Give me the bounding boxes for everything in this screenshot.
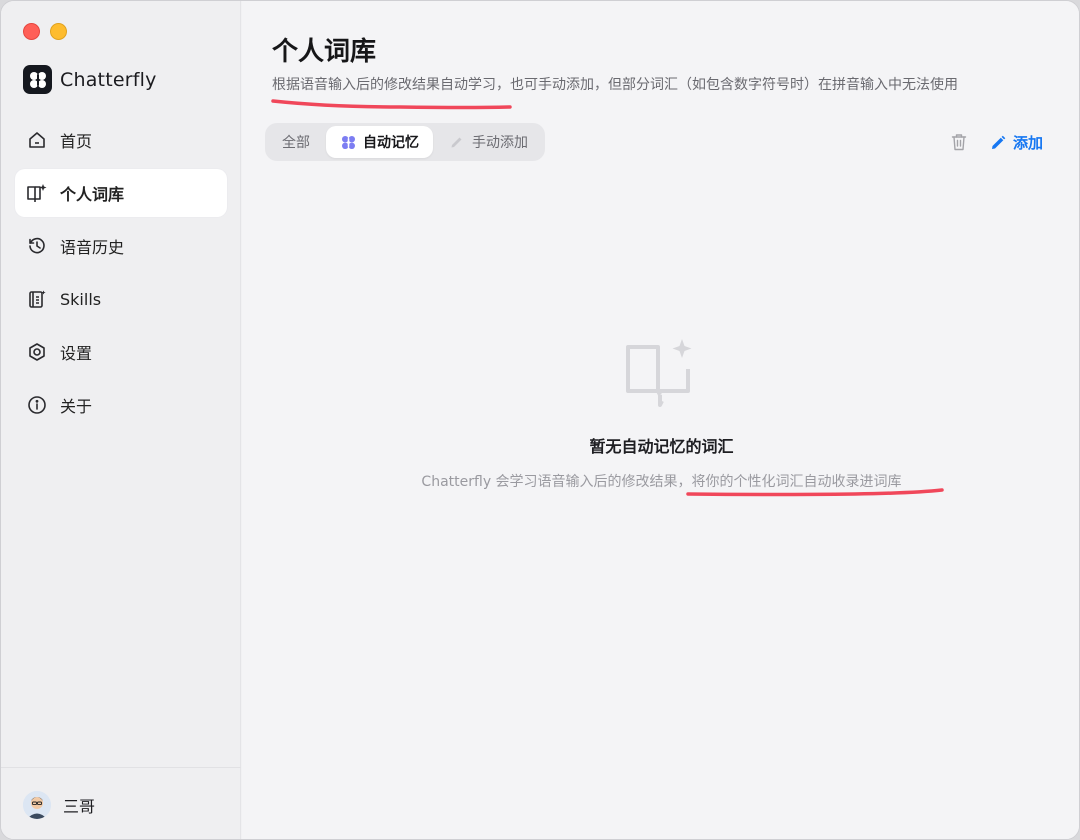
annotation-underline	[271, 99, 512, 110]
sidebar-nav: 首页 个人词库 语音历史 Skills 设置 关于	[15, 116, 227, 434]
page-title: 个人词库	[272, 37, 377, 67]
empty-state-title: 暂无自动记忆的词汇	[589, 437, 734, 456]
sidebar-item-personal-dictionary[interactable]: 个人词库	[15, 169, 227, 217]
tab-auto-memory[interactable]: 自动记忆	[326, 126, 433, 158]
annotation-underline	[686, 488, 944, 497]
sidebar-item-label: 关于	[60, 397, 93, 416]
sidebar-item-label: 设置	[60, 344, 93, 363]
tab-manual-add[interactable]: 手动添加	[435, 126, 542, 158]
sidebar-item-label: 首页	[60, 132, 93, 151]
empty-state-description: Chatterfly 会学习语音输入后的修改结果，将你的个性化词汇自动收录进词库	[421, 474, 902, 490]
butterfly-icon	[340, 134, 356, 150]
tab-label: 手动添加	[472, 135, 528, 151]
sidebar-item-skills[interactable]: Skills	[15, 275, 227, 323]
info-icon	[26, 394, 48, 416]
sidebar-item-voice-history[interactable]: 语音历史	[15, 222, 227, 270]
empty-state: 暂无自动记忆的词汇 Chatterfly 会学习语音输入后的修改结果，将你的个性…	[242, 335, 1079, 491]
settings-icon	[26, 341, 48, 363]
trash-icon	[951, 134, 967, 151]
close-window-button[interactable]	[23, 23, 40, 40]
user-profile[interactable]: 三哥	[1, 767, 241, 839]
main-content: 个人词库 根据语音输入后的修改结果自动学习，也可手动添加，但部分词汇（如包含数字…	[242, 1, 1079, 839]
butterfly-logo-icon	[23, 65, 52, 94]
user-name: 三哥	[63, 796, 96, 816]
window-controls	[23, 23, 67, 40]
add-button[interactable]: 添加	[991, 132, 1043, 153]
sidebar-item-label: Skills	[60, 289, 102, 309]
pencil-icon	[991, 135, 1006, 149]
home-icon	[26, 129, 48, 151]
app-window: Chatterfly 首页 个人词库 语音历史 Skills 设置 关于 三哥 …	[0, 0, 1080, 840]
page-subtitle: 根据语音输入后的修改结果自动学习，也可手动添加，但部分词汇（如包含数字符号时）在…	[272, 77, 958, 93]
app-name: Chatterfly	[60, 68, 157, 91]
toolbar-actions: 添加	[949, 131, 1043, 153]
sidebar-item-about[interactable]: 关于	[15, 381, 227, 429]
history-icon	[26, 235, 48, 257]
avatar	[23, 790, 51, 819]
empty-book-icon	[622, 335, 702, 411]
tab-label: 全部	[282, 135, 310, 151]
add-button-label: 添加	[1012, 133, 1043, 152]
pencil-icon	[449, 134, 465, 150]
sidebar-item-settings[interactable]: 设置	[15, 328, 227, 376]
brand: Chatterfly	[23, 65, 157, 94]
filter-tabs: 全部 自动记忆 手动添加	[265, 123, 545, 161]
delete-button[interactable]	[949, 131, 969, 153]
sidebar: Chatterfly 首页 个人词库 语音历史 Skills 设置 关于 三哥	[1, 1, 241, 839]
tab-all[interactable]: 全部	[268, 126, 324, 158]
book-icon	[26, 182, 48, 204]
minimize-window-button[interactable]	[50, 23, 67, 40]
sidebar-item-home[interactable]: 首页	[15, 116, 227, 164]
sidebar-item-label: 个人词库	[60, 185, 125, 204]
sidebar-item-label: 语音历史	[60, 238, 125, 257]
skills-icon	[26, 288, 48, 310]
tab-label: 自动记忆	[363, 135, 419, 151]
